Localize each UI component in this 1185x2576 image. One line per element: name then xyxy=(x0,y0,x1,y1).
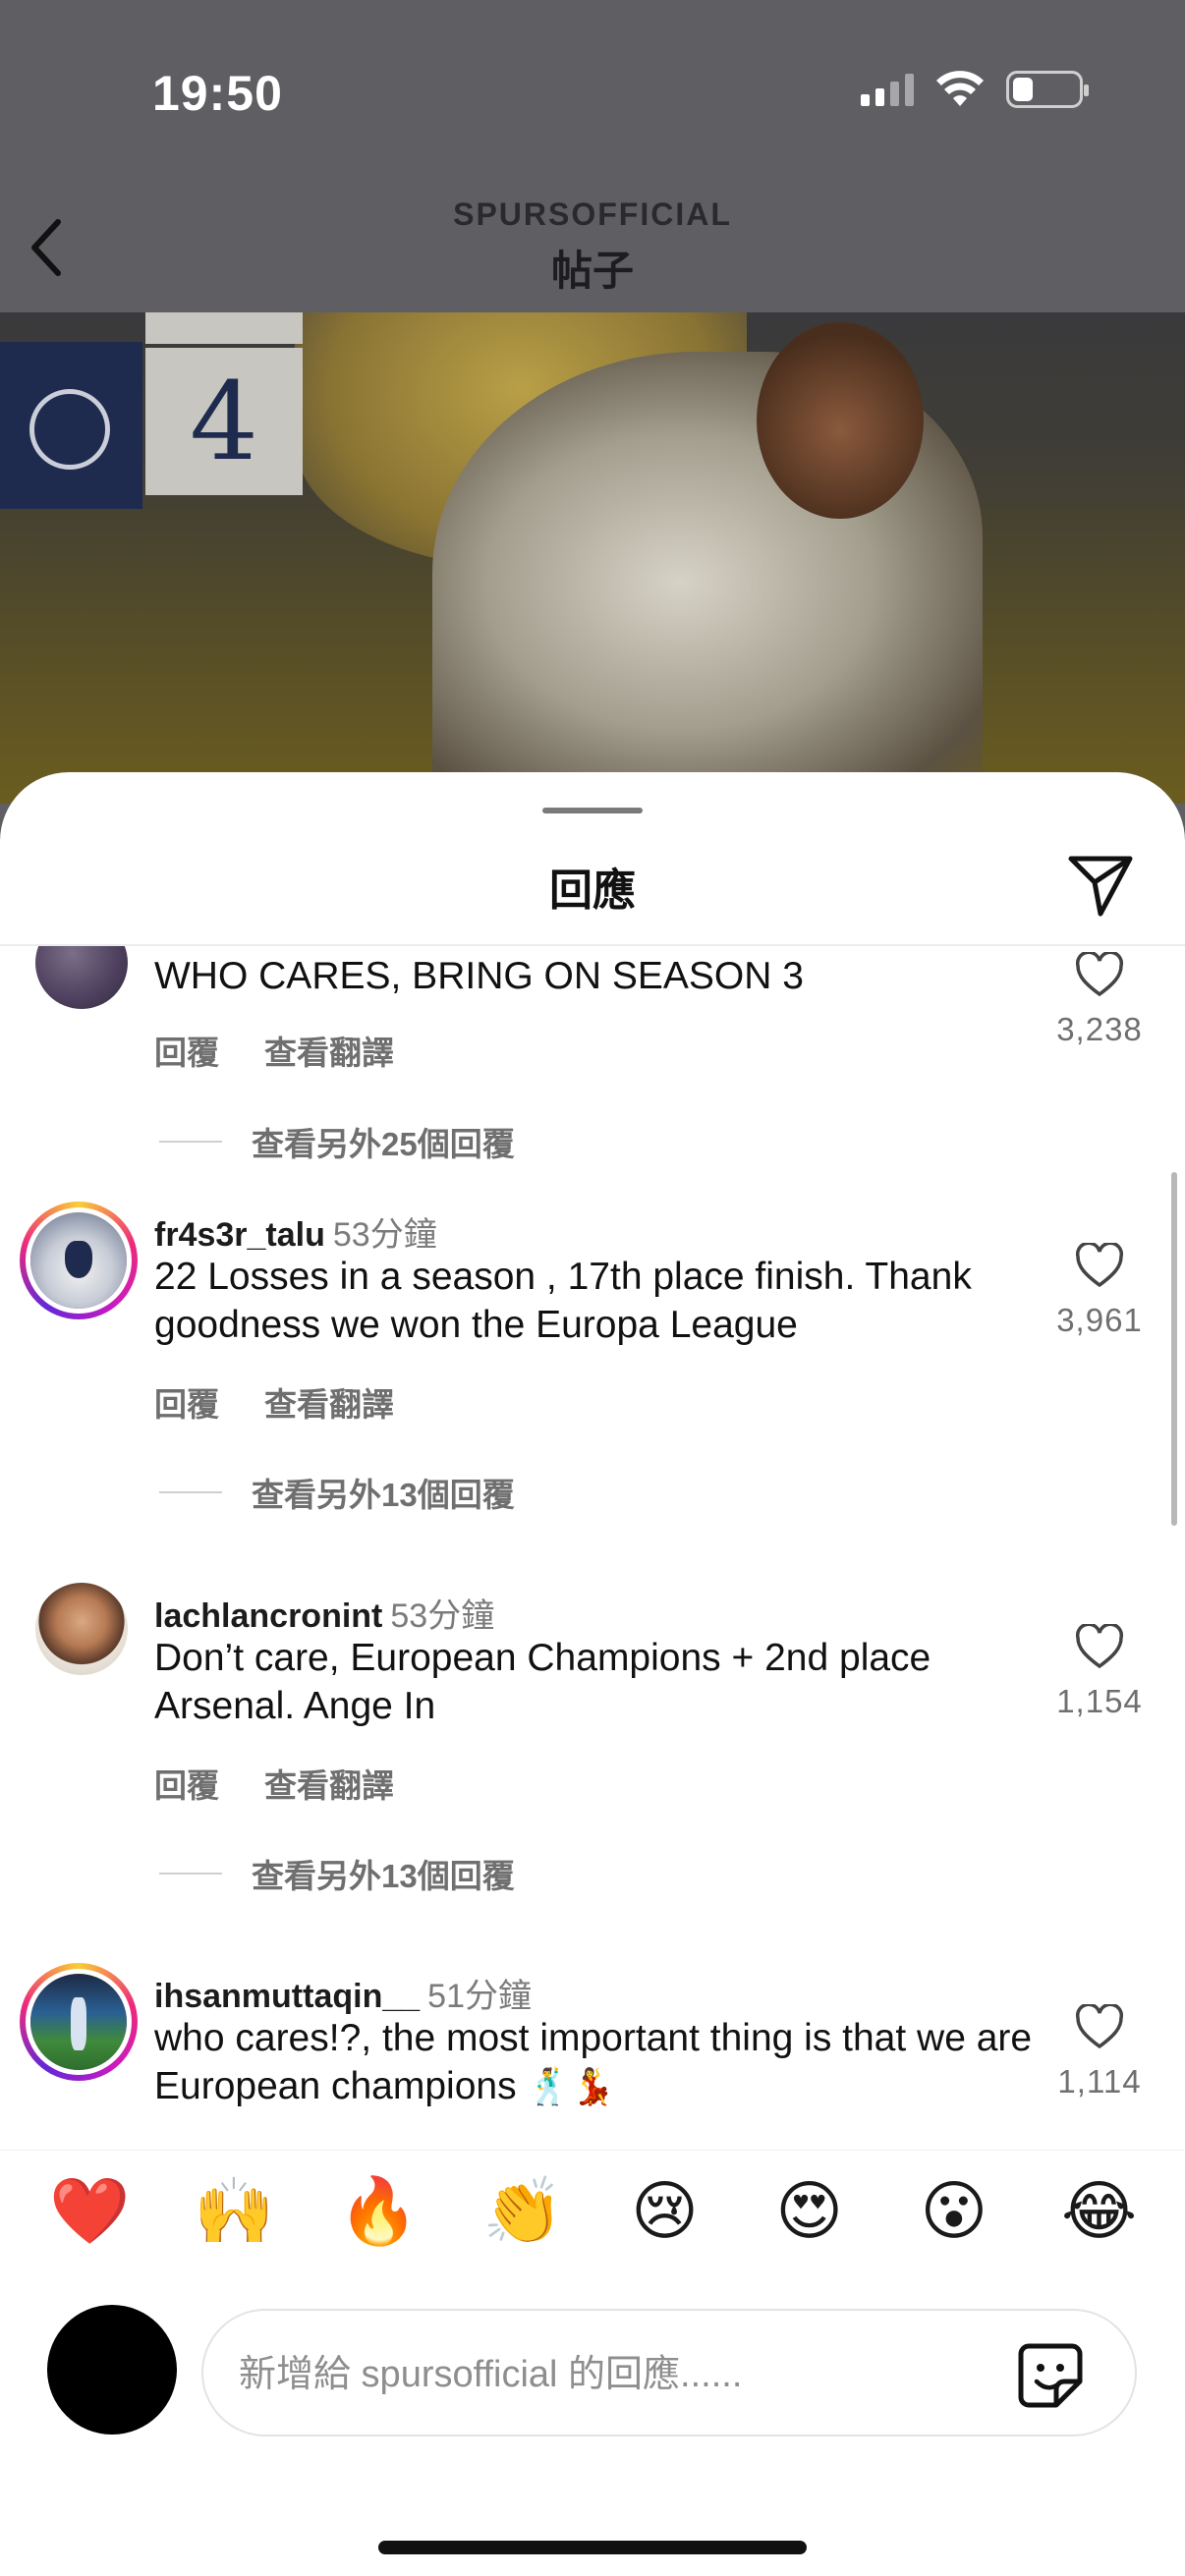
share-button[interactable] xyxy=(1063,847,1138,922)
status-time: 19:50 xyxy=(152,66,283,121)
post-image: 4 xyxy=(0,312,1185,804)
view-more-replies[interactable]: 查看另外13個回覆 xyxy=(159,1469,515,1516)
emoji-heart[interactable]: ❤️ xyxy=(49,2173,130,2250)
comment-composer xyxy=(0,2275,1185,2436)
translate-button[interactable]: 查看翻譯 xyxy=(264,1027,394,1074)
translate-button[interactable]: 查看翻譯 xyxy=(264,1378,394,1426)
like-count: 3,238 xyxy=(1056,1011,1143,1047)
heart-icon xyxy=(1075,952,1124,997)
translate-button[interactable]: 查看翻譯 xyxy=(264,1760,394,1807)
like-count: 3,961 xyxy=(1056,1302,1143,1338)
comments-sheet: 回應 WHO CARES, BRING ON SEASON 3 回覆 查看翻譯 … xyxy=(0,772,1185,2576)
avatar[interactable] xyxy=(20,1963,138,2081)
comment-time: 51分鐘 xyxy=(427,1978,532,2015)
like-button[interactable]: 1,114 xyxy=(1045,2004,1154,2100)
avatar[interactable] xyxy=(35,946,128,1009)
avatar[interactable] xyxy=(47,2305,177,2435)
comment-time: 53分鐘 xyxy=(390,1597,495,1635)
emoji-raised-hands[interactable]: 🙌 xyxy=(194,2173,274,2250)
emoji-surprised[interactable]: 😮 xyxy=(917,2173,991,2249)
sticker-icon xyxy=(1018,2343,1083,2408)
like-button[interactable]: 1,154 xyxy=(1045,1624,1154,1720)
club-crest xyxy=(0,342,142,509)
emoji-crying[interactable]: 😢 xyxy=(628,2173,703,2249)
scrollbar[interactable] xyxy=(1171,1172,1177,1526)
comment-text: who cares!?, the most important thing is… xyxy=(154,2017,1033,2107)
view-more-replies[interactable]: 查看另外25個回覆 xyxy=(159,1118,515,1165)
like-count: 1,114 xyxy=(1057,2063,1142,2100)
send-icon xyxy=(1068,856,1133,917)
battery-icon xyxy=(1006,71,1089,108)
cellular-signal-icon xyxy=(861,73,914,106)
emoji-heart-eyes[interactable]: 😍 xyxy=(772,2173,847,2249)
comments-list[interactable]: WHO CARES, BRING ON SEASON 3 回覆 查看翻譯 查看另… xyxy=(0,946,1185,2150)
comment-username[interactable]: fr4s3r_talu xyxy=(154,1216,325,1254)
quick-emoji-bar: ❤️ 🙌 🔥 👏 😢 😍 😮 😂 xyxy=(0,2150,1185,2271)
comment-emojis: 🕺💃 xyxy=(527,2066,616,2106)
comment-text: WHO CARES, BRING ON SEASON 3 xyxy=(154,955,804,997)
view-more-replies[interactable]: 查看另外13個回覆 xyxy=(159,1850,515,1897)
emoji-laughing[interactable]: 😂 xyxy=(1061,2173,1137,2249)
like-button[interactable]: 3,961 xyxy=(1045,1243,1154,1339)
comment-text: Don’t care, European Champions + 2nd pla… xyxy=(154,1637,931,1727)
heart-icon xyxy=(1075,2004,1124,2049)
reply-button[interactable]: 回覆 xyxy=(154,1760,219,1807)
account-name: SPURSOFFICIAL xyxy=(453,196,732,232)
avatar[interactable] xyxy=(20,1202,138,1319)
player-head-shape xyxy=(757,322,924,519)
comment-text: 22 Losses in a season , 17th place finis… xyxy=(154,1256,972,1346)
comment-input-container xyxy=(201,2309,1137,2436)
status-icons xyxy=(861,71,1089,108)
avatar[interactable] xyxy=(35,1583,128,1675)
emoji-clapping[interactable]: 👏 xyxy=(482,2173,563,2250)
reply-button[interactable]: 回覆 xyxy=(154,1378,219,1426)
like-button[interactable]: 3,238 xyxy=(1045,952,1154,1048)
reply-button[interactable]: 回覆 xyxy=(154,1027,219,1074)
sticker-button[interactable] xyxy=(1015,2340,1086,2411)
comment-username[interactable]: ihsanmuttaqin__ xyxy=(154,1978,420,2015)
heart-icon xyxy=(1075,1624,1124,1669)
comment-input[interactable] xyxy=(239,2340,1005,2409)
home-indicator[interactable] xyxy=(378,2541,807,2554)
wifi-icon xyxy=(936,71,984,106)
sheet-title: 回應 xyxy=(549,867,636,915)
comment-username[interactable]: lachlancronint xyxy=(154,1597,382,1635)
emoji-fire[interactable]: 🔥 xyxy=(338,2173,419,2250)
heart-icon xyxy=(1075,1243,1124,1288)
sheet-grabber[interactable] xyxy=(542,808,643,813)
comment-time: 53分鐘 xyxy=(332,1216,437,1254)
page-title: 帖子 xyxy=(550,248,634,294)
score-value: 4 xyxy=(145,348,303,495)
like-count: 1,154 xyxy=(1056,1683,1143,1719)
